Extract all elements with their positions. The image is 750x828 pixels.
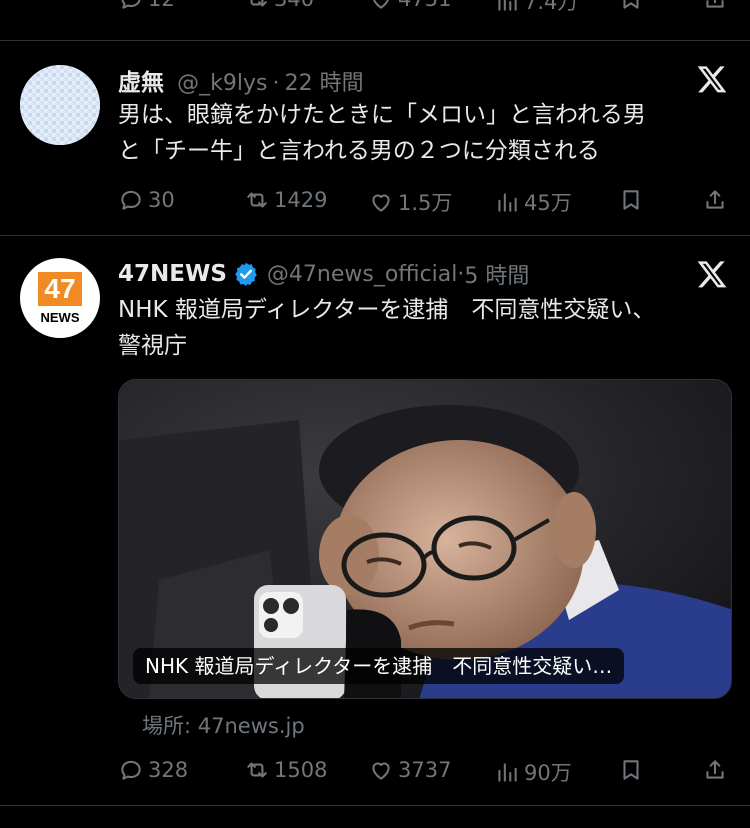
views-count: 7.4万 [524, 0, 579, 14]
reply-button[interactable]: 12 [118, 0, 175, 12]
retweet-button[interactable]: 1508 [244, 757, 327, 783]
reply-button[interactable]: 30 [118, 187, 175, 213]
timestamp[interactable]: 5 時間 [464, 258, 529, 290]
display-name[interactable]: 虚無 [118, 70, 164, 96]
views-count: 45万 [524, 191, 572, 215]
bookmark-icon [623, 760, 639, 780]
divider [0, 805, 750, 806]
avatar[interactable] [20, 65, 100, 145]
tweet-text: 男は、眼鏡をかけたときに「メロい」と言われる男 と「チー牛」と言われる男の２つに… [118, 97, 733, 169]
views-button[interactable]: 90万 [494, 757, 572, 787]
avatar-logo-text: NEWS [40, 310, 80, 325]
tweet-text-line: と「チー牛」と言われる男の２つに分類される [118, 138, 600, 164]
avatar-pattern [20, 65, 100, 145]
bookmark-button[interactable] [618, 757, 644, 783]
tweet-text-line: NHK 報道局ディレクターを逮捕 不同意性交疑い、 [118, 297, 656, 323]
reply-count: 328 [148, 758, 189, 782]
reply-button[interactable]: 328 [118, 757, 188, 783]
reply-icon [121, 190, 141, 210]
timestamp[interactable]: 22 時間 [285, 71, 364, 96]
share-button[interactable] [702, 187, 728, 213]
separator: · [457, 261, 465, 287]
bookmark-button[interactable] [618, 187, 644, 213]
avatar-logo-number: 47 [38, 272, 82, 306]
x-logo-button[interactable] [696, 258, 728, 290]
views-button[interactable]: 7.4万 [494, 0, 578, 16]
views-icon [498, 0, 517, 11]
like-button[interactable]: 3737 [368, 757, 451, 783]
retweet-button[interactable]: 340 [244, 0, 314, 12]
reply-count: 30 [148, 188, 175, 212]
retweet-icon [247, 192, 267, 208]
views-count: 90万 [524, 761, 572, 785]
avatar[interactable]: 47 NEWS [20, 258, 100, 338]
share-icon [706, 760, 724, 779]
tweet-text-line: 警視庁 [118, 333, 187, 359]
views-icon [498, 763, 517, 782]
verified-badge-icon [233, 261, 259, 287]
separator: · [272, 71, 280, 96]
like-count: 3737 [398, 758, 452, 782]
x-logo-button[interactable] [696, 63, 728, 95]
handle[interactable]: @_k9lys [177, 71, 267, 96]
share-button[interactable] [702, 757, 728, 783]
like-count: 1.5万 [398, 191, 453, 215]
retweet-count: 340 [274, 0, 314, 11]
bookmark-icon [623, 190, 639, 210]
retweet-count: 1429 [274, 188, 328, 212]
like-button[interactable]: 4751 [368, 0, 451, 12]
retweet-button[interactable]: 1429 [244, 187, 327, 213]
share-icon [706, 0, 724, 8]
views-icon [498, 193, 517, 212]
link-card[interactable]: NHK 報道局ディレクターを逮捕 不同意性交疑い… [118, 379, 732, 699]
share-icon [706, 190, 724, 209]
reply-icon [121, 0, 141, 9]
card-caption: NHK 報道局ディレクターを逮捕 不同意性交疑い… [133, 648, 625, 684]
like-icon [372, 194, 390, 212]
reply-count: 12 [148, 0, 175, 11]
like-count: 4751 [398, 0, 451, 11]
tweet-text: NHK 報道局ディレクターを逮捕 不同意性交疑い、 警視庁 [118, 292, 738, 364]
reply-icon [121, 760, 141, 780]
tweet-header: 47NEWS @47news_official · 5 時間 [118, 258, 529, 290]
share-button[interactable] [702, 0, 728, 12]
views-button[interactable]: 45万 [494, 187, 572, 217]
x-logo-icon [697, 261, 727, 288]
tweet-text-line: 男は、眼鏡をかけたときに「メロい」と言われる男 [118, 102, 646, 128]
bookmark-icon [623, 0, 639, 9]
tweet[interactable]: 虚無 @_k9lys · 22 時間 男は、眼鏡をかけたときに「メロい」と言われ… [0, 41, 750, 234]
card-source[interactable]: 場所: 47news.jp [142, 710, 305, 740]
retweet-count: 1508 [274, 758, 328, 782]
handle[interactable]: @47news_official [267, 262, 457, 287]
like-icon [373, 0, 389, 9]
top-tweet-actions: 12 340 4751 7.4万 [0, 0, 750, 16]
like-button[interactable]: 1.5万 [368, 187, 452, 217]
tweet-header: 虚無 @_k9lys · 22 時間 [118, 63, 364, 97]
bookmark-button[interactable] [618, 0, 644, 12]
retweet-icon [250, 0, 267, 7]
x-logo-icon [697, 66, 727, 93]
display-name[interactable]: 47NEWS [118, 261, 227, 287]
retweet-icon [247, 762, 267, 778]
tweet[interactable]: 47 NEWS 47NEWS @47news_official · 5 時間 N… [0, 236, 750, 806]
like-icon [372, 762, 390, 780]
